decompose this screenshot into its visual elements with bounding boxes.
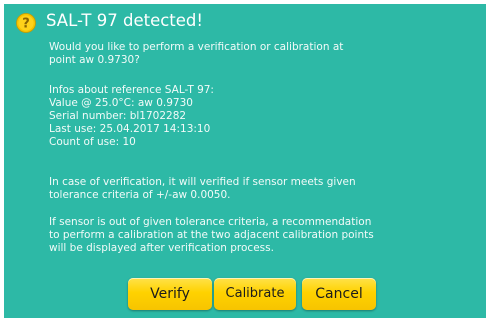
question-text: Would you like to perform a verification… <box>49 41 343 67</box>
recommendation-note-line: to perform a calibration at the two adja… <box>49 229 374 241</box>
recommendation-note-line: If sensor is out of given tolerance crit… <box>49 216 372 228</box>
question-line: Would you like to perform a verification… <box>49 41 344 53</box>
recommendation-note-line: will be displayed after verification pro… <box>49 242 274 254</box>
reference-value: Value @ 25.0°C: aw 0.9730 <box>49 97 193 109</box>
calibrate-button[interactable]: Calibrate <box>214 278 296 310</box>
count-of-use: Count of use: 10 <box>49 136 136 148</box>
verification-note-line: In case of verification, it will verifie… <box>49 176 356 188</box>
recommendation-note: If sensor is out of given tolerance crit… <box>49 216 374 255</box>
svg-text:?: ? <box>22 17 30 32</box>
last-use: Last use: 25.04.2017 14:13:10 <box>49 123 211 135</box>
infos-heading: Infos about reference SAL-T 97: <box>49 84 214 96</box>
dialog-title-bar: ? SAL-T 97 detected! <box>4 4 486 38</box>
help-question-icon: ? <box>16 13 36 33</box>
verify-button[interactable]: Verify <box>128 278 212 310</box>
serial-number: Serial number: bl1702282 <box>49 110 187 122</box>
dialog-button-bar: Verify Calibrate Cancel <box>4 278 486 312</box>
cancel-button[interactable]: Cancel <box>302 278 376 310</box>
reference-infos: Infos about reference SAL-T 97: Value @ … <box>49 84 214 149</box>
verification-note-line: tolerance criteria of +/-aw 0.0050. <box>49 189 231 201</box>
dialog-title: SAL-T 97 detected! <box>46 11 203 30</box>
verification-dialog: ? SAL-T 97 detected! Would you like to p… <box>4 4 486 318</box>
verification-note: In case of verification, it will verifie… <box>49 176 356 202</box>
question-line: point aw 0.9730? <box>49 54 140 66</box>
